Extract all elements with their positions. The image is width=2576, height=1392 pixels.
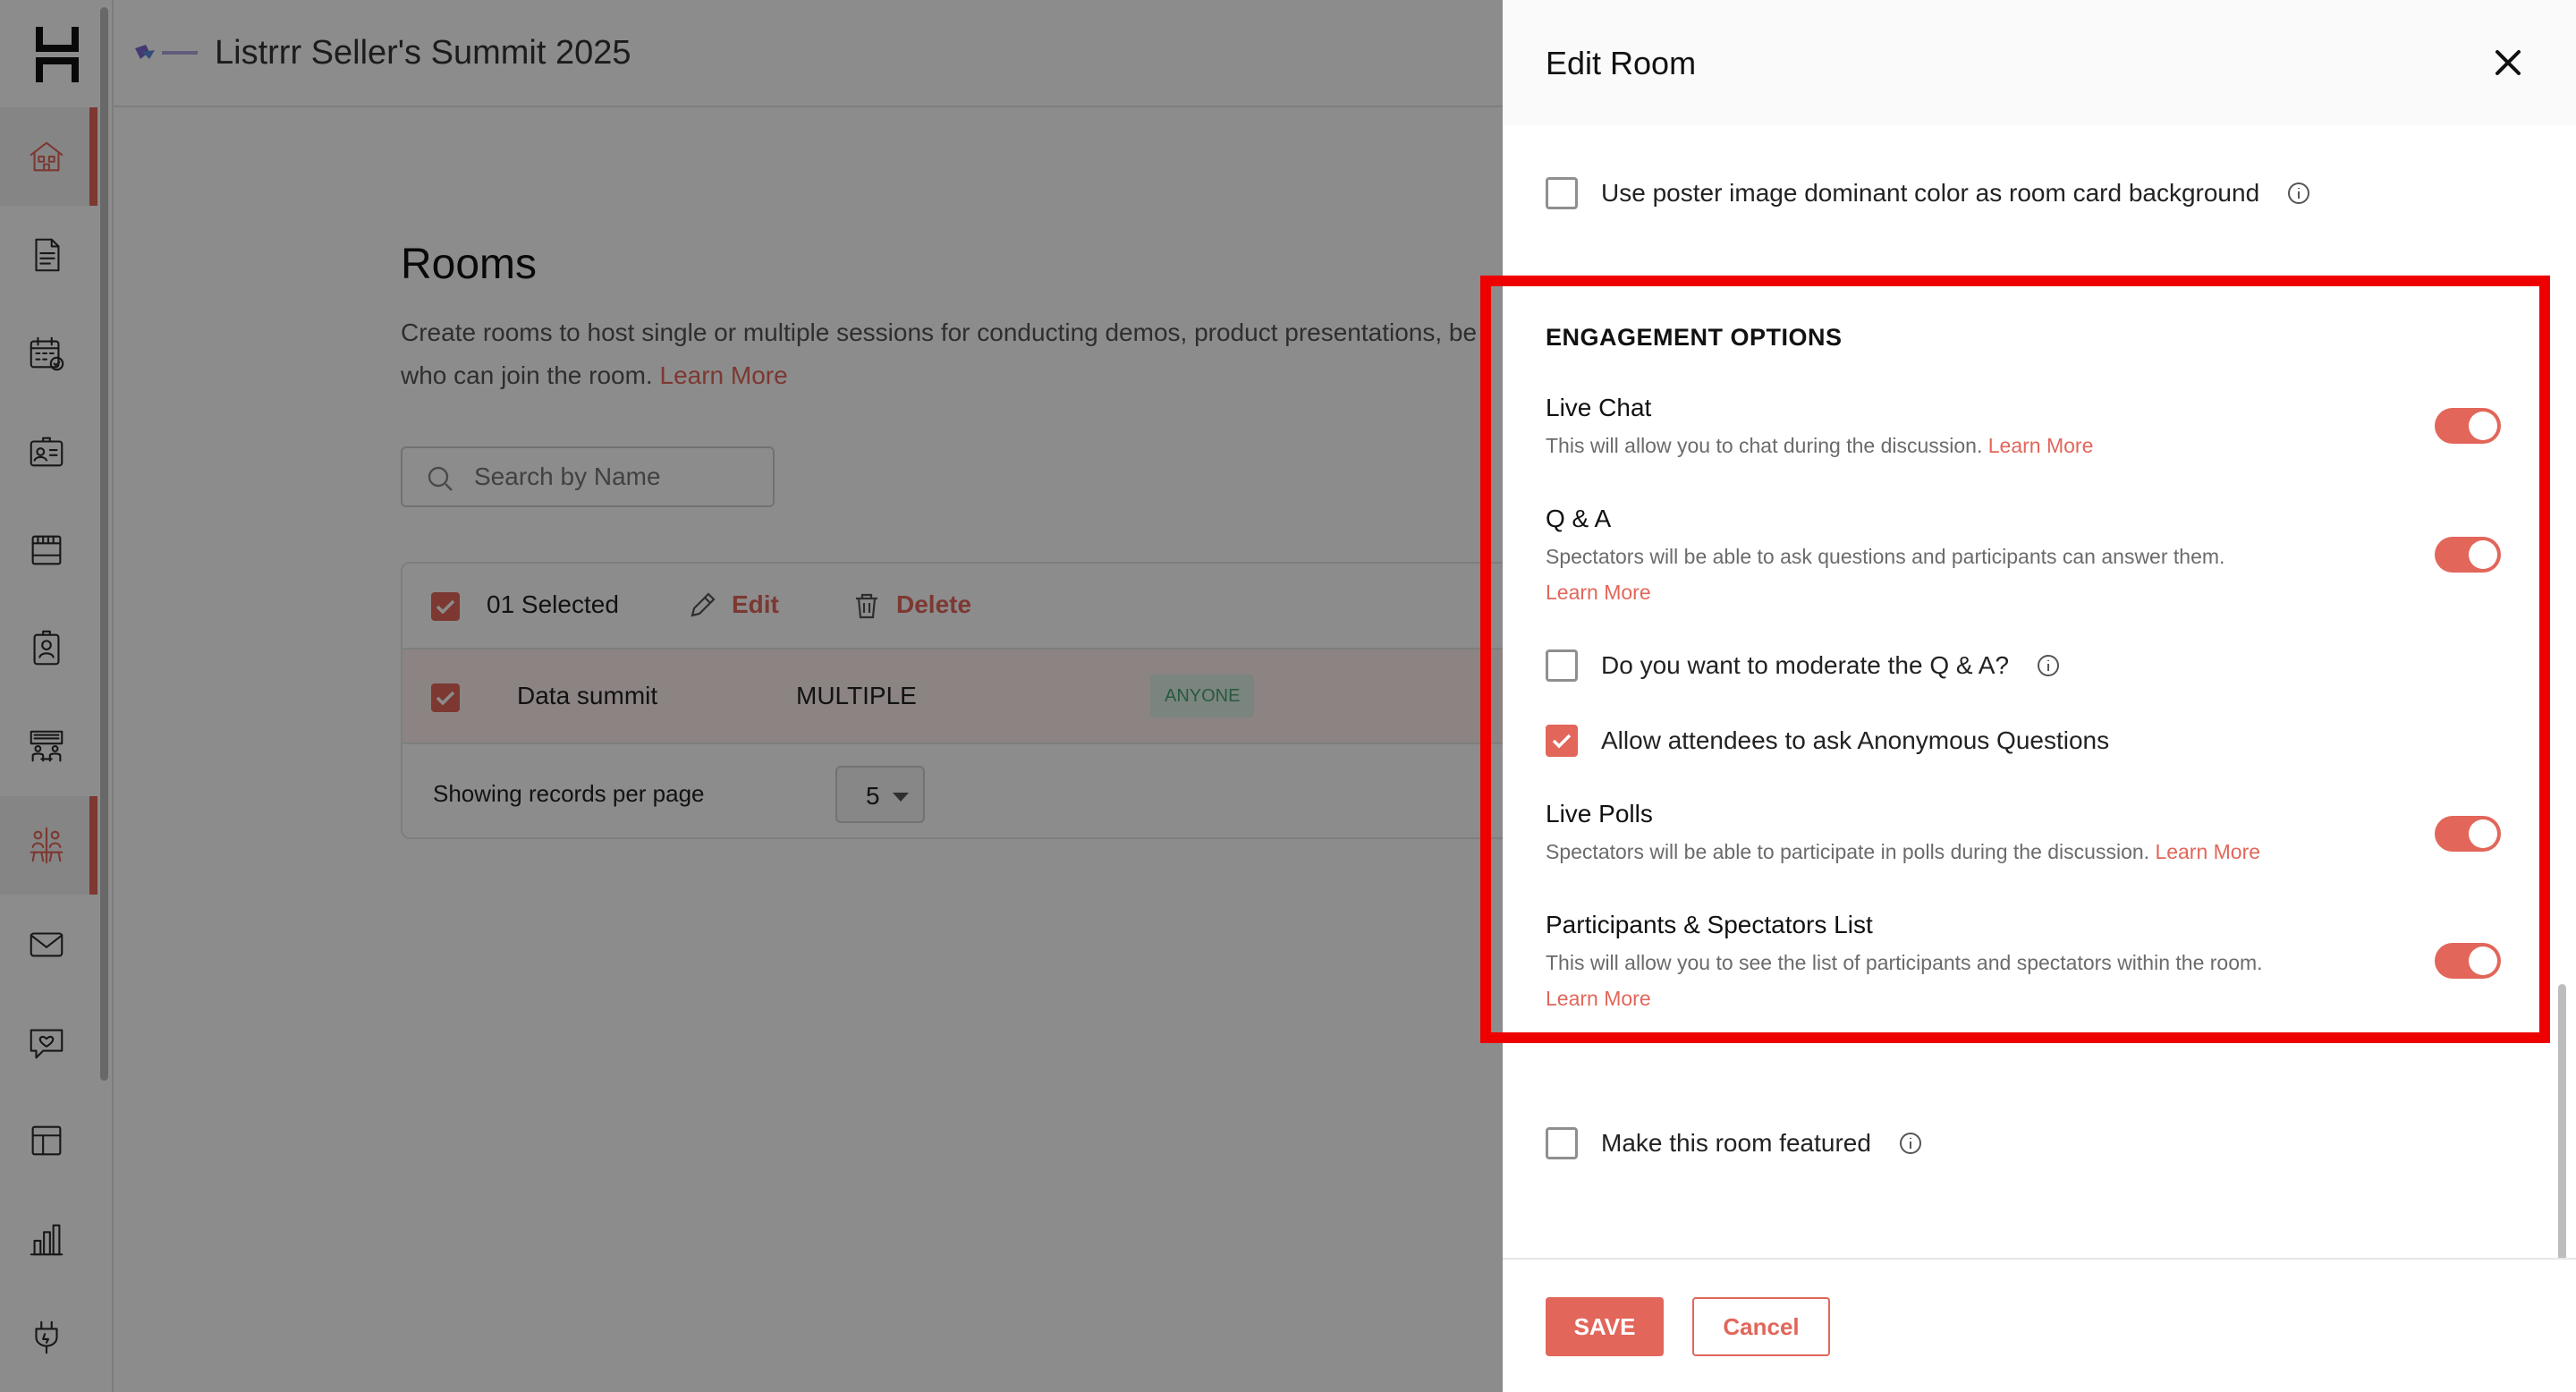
drawer-header: Edit Room <box>1503 0 2576 125</box>
check-icon <box>1552 734 1572 749</box>
anonymous-questions-label: Allow attendees to ask Anonymous Questio… <box>1601 726 2110 754</box>
live-chat-description: This will allow you to chat during the d… <box>1546 428 2351 463</box>
qa-title: Q & A <box>1546 505 1612 532</box>
info-icon[interactable] <box>2286 181 2311 206</box>
participants-list-learn-more[interactable]: Learn More <box>1546 987 1651 1010</box>
save-button[interactable]: SAVE <box>1546 1297 1664 1356</box>
edit-room-drawer: Edit Room Use poster image dominant colo… <box>1503 0 2576 1392</box>
info-icon[interactable] <box>2036 653 2061 678</box>
info-icon[interactable] <box>1898 1131 1923 1156</box>
modal-backdrop[interactable] <box>0 0 1503 1392</box>
live-polls-toggle[interactable] <box>2435 816 2501 852</box>
close-icon <box>2496 50 2521 75</box>
live-polls-title: Live Polls <box>1546 800 1653 828</box>
moderate-qa-option: Do you want to moderate the Q & A? <box>1546 648 2061 683</box>
participants-list-title: Participants & Spectators List <box>1546 911 1873 938</box>
live-chat-title: Live Chat <box>1546 394 1652 421</box>
drawer-title: Edit Room <box>1546 45 1697 81</box>
close-button[interactable] <box>2490 45 2526 81</box>
live-chat-toggle[interactable] <box>2435 408 2501 444</box>
live-polls-learn-more[interactable]: Learn More <box>2155 840 2260 863</box>
poster-color-option: Use poster image dominant color as room … <box>1546 175 2311 211</box>
engagement-section-title: ENGAGEMENT OPTIONS <box>1546 324 1843 351</box>
featured-label: Make this room featured <box>1601 1129 1871 1157</box>
cancel-button[interactable]: Cancel <box>1692 1297 1830 1356</box>
moderate-qa-checkbox[interactable] <box>1546 649 1578 682</box>
drawer-footer: SAVE Cancel <box>1503 1258 2576 1392</box>
moderate-qa-label: Do you want to moderate the Q & A? <box>1601 651 2010 679</box>
participants-list-desc-text: This will allow you to see the list of p… <box>1546 951 2263 974</box>
drawer-body: Use poster image dominant color as room … <box>1503 125 2576 1315</box>
anonymous-questions-checkbox[interactable] <box>1546 725 1578 757</box>
live-chat-desc-text: This will allow you to chat during the d… <box>1546 434 1983 457</box>
featured-checkbox[interactable] <box>1546 1127 1578 1159</box>
qa-desc-text: Spectators will be able to ask questions… <box>1546 545 2225 568</box>
participants-list-description: This will allow you to see the list of p… <box>1546 945 2351 1016</box>
live-polls-desc-text: Spectators will be able to participate i… <box>1546 840 2150 863</box>
poster-color-checkbox[interactable] <box>1546 177 1578 209</box>
live-polls-description: Spectators will be able to participate i… <box>1546 834 2351 870</box>
featured-option: Make this room featured <box>1546 1125 1923 1161</box>
anonymous-questions-option: Allow attendees to ask Anonymous Questio… <box>1546 723 2109 759</box>
qa-description: Spectators will be able to ask questions… <box>1546 539 2351 610</box>
participants-list-toggle[interactable] <box>2435 943 2501 979</box>
live-chat-learn-more[interactable]: Learn More <box>1988 434 2094 457</box>
poster-color-label: Use poster image dominant color as room … <box>1601 179 2260 207</box>
qa-toggle[interactable] <box>2435 537 2501 573</box>
qa-learn-more[interactable]: Learn More <box>1546 581 1651 604</box>
